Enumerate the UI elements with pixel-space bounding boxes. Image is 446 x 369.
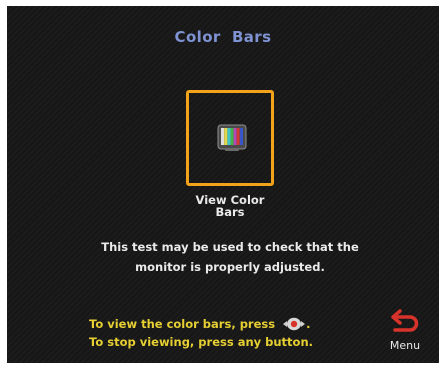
page-title: Color Bars bbox=[174, 28, 272, 46]
back-arrow-icon bbox=[391, 309, 419, 332]
tile-label-line-2: Bars bbox=[215, 205, 245, 219]
menu-label: Menu bbox=[389, 339, 421, 352]
color-bars-tv-icon bbox=[217, 124, 247, 151]
view-instruction-text: To view the color bars, press bbox=[89, 317, 276, 331]
stop-instruction: To stop viewing, press any button. bbox=[89, 335, 314, 349]
description-line-2: monitor is properly adjusted. bbox=[135, 260, 325, 274]
view-color-bars-label: View Color Bars bbox=[157, 194, 303, 218]
description-line-1: This test may be used to check that the bbox=[101, 240, 359, 254]
remote-select-icon bbox=[283, 317, 306, 331]
description-text: This test may be used to check that the … bbox=[67, 237, 393, 277]
color-bars-screen: Color Bars View Color Bars This test may… bbox=[7, 6, 439, 363]
view-instruction: To view the color bars, press . bbox=[89, 317, 310, 331]
view-color-bars-tile[interactable] bbox=[186, 90, 274, 186]
menu-button[interactable]: Menu bbox=[385, 308, 425, 354]
screenshot: Color Bars View Color Bars This test may… bbox=[0, 0, 446, 369]
view-instruction-period: . bbox=[306, 317, 311, 331]
